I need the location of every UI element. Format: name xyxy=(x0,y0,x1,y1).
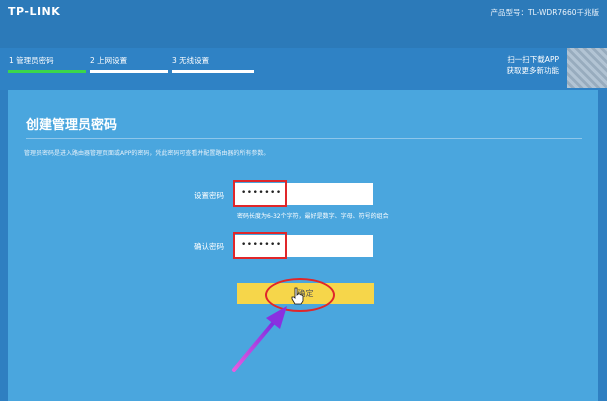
step-progress-bar-2 xyxy=(90,70,168,73)
step-progress-bar-3 xyxy=(172,70,254,73)
annotation-arrow-icon xyxy=(232,306,287,372)
app-download-promo[interactable]: 扫一扫下载APP 获取更多新功能 xyxy=(507,54,560,76)
step-wireless-setup: 3 无线设置 xyxy=(172,56,210,65)
step-admin-password: 1 管理员密码 xyxy=(9,56,54,65)
admin-password-panel: 创建管理员密码 管理员密码是进入路由器管理页面或APP的密码，凭此密码可查看并配… xyxy=(8,90,598,401)
app-promo-line1: 扫一扫下载APP xyxy=(507,55,559,64)
app-promo-line2: 获取更多新功能 xyxy=(506,66,560,75)
setup-steps: 1 管理员密码 2 上网设置 3 无线设置 扫一扫下载APP 获取更多新功能 xyxy=(0,48,607,90)
qr-code-image xyxy=(567,48,607,88)
top-bar: TP-LINK 产品型号：TL-WDR7660千兆版 xyxy=(0,0,607,48)
step-internet-setup: 2 上网设置 xyxy=(90,56,128,65)
step-progress-bar-1 xyxy=(8,70,86,73)
brand-logo: TP-LINK xyxy=(8,5,61,18)
product-model: 产品型号：TL-WDR7660千兆版 xyxy=(490,8,599,17)
